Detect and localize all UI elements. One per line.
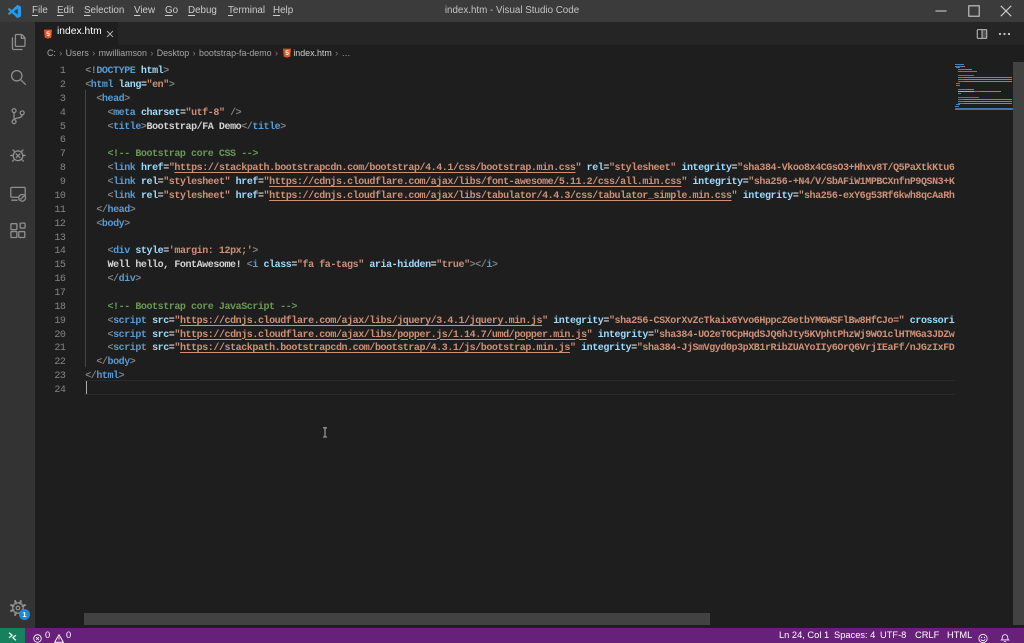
svg-text:5: 5: [286, 50, 290, 57]
svg-text:5: 5: [46, 31, 50, 38]
